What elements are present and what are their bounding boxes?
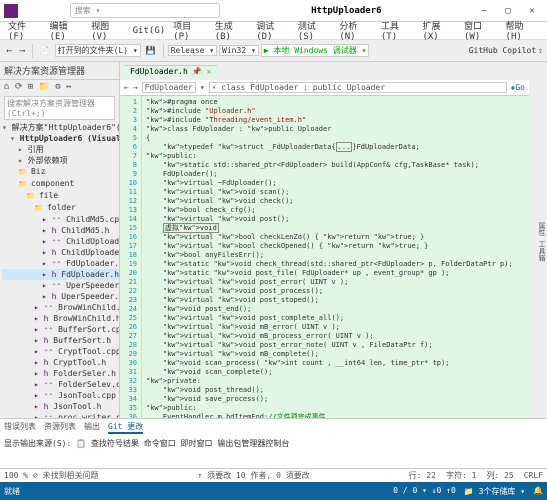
output-btn[interactable]: 📋 (76, 439, 86, 448)
solution-root[interactable]: 解决方案"HttpUploader6"(4 个项目, 共 (0, 122, 119, 133)
zoom[interactable]: 100 % ⊘ 未找到相关问题 (4, 470, 99, 481)
output-btn[interactable]: 命令窗口 (139, 439, 176, 448)
menu-item[interactable]: Git(G) (129, 26, 170, 36)
toolbar: ⟵ ⟶ 📄 打开到的文件夹(L) ▾ 💾 Release ▾ Win32 ▾ ▶… (0, 40, 547, 62)
min-button[interactable]: — (473, 6, 495, 16)
menu-item[interactable]: 调试(D) (252, 19, 294, 42)
right-toolbox[interactable]: 属性 工具箱 (529, 62, 547, 418)
nav-fwd[interactable]: → (133, 83, 138, 92)
editor-info-bar: 100 % ⊘ 未找到相关问题 ↑ 须要改 10 作者, 0 须要改 行: 22… (0, 468, 547, 482)
menu-item[interactable]: 分析(N) (335, 19, 377, 42)
sidebar-tools[interactable]: ⌂ ⟳ ⊞ 📁 ⚙ ↔ (0, 80, 119, 94)
tree-item[interactable]: 外部依赖项 (2, 155, 119, 166)
tree-item[interactable]: BufferSort.cpp (2, 324, 119, 335)
tree-item[interactable]: JsonTool.cpp (2, 390, 119, 401)
solution-tree[interactable]: 解决方案"HttpUploader6"(4 个项目, 共 HttpUploade… (0, 122, 119, 418)
copilot[interactable]: GitHub Copilot (469, 46, 536, 55)
line-gutter: 1234567891011121314151617181920212223242… (120, 96, 142, 418)
menu-item[interactable]: 编辑(E) (46, 19, 88, 42)
platform-combo[interactable]: Win32 ▾ (219, 45, 259, 56)
tree-item[interactable]: FdUploader.h (2, 269, 119, 280)
tree-item[interactable]: ChildMd5.cpp (2, 214, 119, 225)
code-editor[interactable]: 1234567891011121314151617181920212223242… (120, 96, 529, 418)
output-panel: 错误列表资源列表输出 Git 更改 显示输出来源(S): 📋 查找符号结果 命令窗… (0, 418, 547, 468)
tree-item[interactable]: Biz (2, 166, 119, 178)
share[interactable]: ⇪ (538, 46, 543, 55)
output-tabs[interactable]: 错误列表资源列表输出 Git 更改 (0, 419, 547, 436)
go-button[interactable]: ✚Go (511, 83, 525, 92)
nav-back[interactable]: ⟵ (4, 45, 15, 56)
output-body: 显示输出来源(S): 📋 查找符号结果 命令窗口 即时窗口 输出包管理器控制台 (0, 436, 547, 468)
sidebar-search[interactable]: 搜索解决方案资源管理器(Ctrl+;) (4, 96, 115, 120)
tree-item[interactable]: 引用 (2, 144, 119, 155)
tree-item[interactable]: CryptTool.cpp (2, 346, 119, 357)
menu-item[interactable]: 测试(S) (294, 19, 336, 42)
tree-item[interactable]: ChildUploader.cpp (2, 236, 119, 247)
tree-item[interactable]: FolderSeler.h (2, 368, 119, 379)
sidebar-title: 解决方案资源管理器 (0, 62, 119, 80)
changes[interactable]: ↑ 须要改 10 作者, 0 须要改 (198, 470, 310, 481)
editor-tabs: FdUploader.h📌 ✕ (120, 62, 529, 80)
menu-item[interactable]: 生成(B) (211, 19, 253, 42)
menu-item[interactable]: 工具(T) (377, 19, 419, 42)
output-btn[interactable]: 查找符号结果 (86, 439, 139, 448)
char: 字符: 1 (446, 470, 476, 481)
nav-fwd[interactable]: ⟶ (17, 45, 28, 56)
tree-item[interactable]: HttpUploader6 (Visual Studio 201 (2, 133, 119, 144)
output-tab[interactable]: 资源列表 (44, 421, 76, 434)
menu-item[interactable]: 文件(F) (4, 19, 46, 42)
tree-item[interactable]: UperSpeeder.h (2, 291, 119, 302)
config-combo[interactable]: Release ▾ (168, 45, 217, 56)
tree-item[interactable]: BufferSort.h (2, 335, 119, 346)
line: 行: 22 (409, 470, 436, 481)
output-tab[interactable]: Git 更改 (108, 421, 143, 434)
col: 列: 25 (486, 470, 513, 481)
encoding[interactable]: CRLF (524, 471, 543, 480)
editor-pane: FdUploader.h📌 ✕ ← → FdUploader ▾ ⚡ class… (120, 62, 529, 418)
statusbar: 就绪 0 / 0 ▾ ↓0 ↑0 📁 3个存储库 ▾ 🔔 (0, 482, 547, 500)
tree-item[interactable]: JsonTool.h (2, 401, 119, 412)
max-button[interactable]: ▢ (497, 6, 519, 16)
tree-item[interactable]: FolderSelev.cpp (2, 379, 119, 390)
tree-item[interactable]: ChildUploader.h (2, 247, 119, 258)
git-changes[interactable]: 0 / 0 ▾ ↓0 ↑0 (393, 486, 456, 497)
member-combo[interactable]: ⚡ class FdUploader : public Uploader (209, 82, 507, 93)
output-btn[interactable]: 即时窗口 (176, 439, 213, 448)
tree-item[interactable]: FdUploader.cpp (2, 258, 119, 269)
vs-icon (4, 4, 18, 18)
solution-explorer: 解决方案资源管理器 ⌂ ⟳ ⊞ 📁 ⚙ ↔ 搜索解决方案资源管理器(Ctrl+;… (0, 62, 120, 418)
close-button[interactable]: ✕ (521, 6, 543, 16)
nav-back[interactable]: ← (124, 83, 129, 92)
window-title: HttpUploader6 (311, 6, 381, 16)
tree-item[interactable]: ChildMd5.h (2, 225, 119, 236)
tree-item[interactable]: component (2, 178, 119, 190)
tree-item[interactable]: BrowWinChild.h (2, 313, 119, 324)
menu-item[interactable]: 窗口(W) (460, 19, 502, 42)
tree-item[interactable]: CryptTool.h (2, 357, 119, 368)
scope-combo[interactable]: FdUploader (142, 82, 196, 93)
tab-fduploader[interactable]: FdUploader.h📌 ✕ (124, 65, 217, 77)
menu-item[interactable]: 扩展(X) (418, 19, 460, 42)
output-tab[interactable]: 输出 (84, 421, 100, 434)
output-btn[interactable]: 输出包管理器控制台 (213, 439, 290, 448)
new-file[interactable]: 📄 (37, 45, 53, 56)
menu-item[interactable]: 视图(V) (87, 19, 129, 42)
title-search[interactable]: 搜索 ▾ (70, 3, 220, 18)
menu-item[interactable]: 项目(P) (169, 19, 211, 42)
notifications[interactable]: 🔔 (533, 486, 543, 497)
output-tab[interactable]: 错误列表 (4, 421, 36, 434)
status-ready: 就绪 (4, 486, 20, 497)
menubar: 文件(F)编辑(E)视图(V)Git(G)项目(P)生成(B)调试(D)测试(S… (0, 22, 547, 40)
repo[interactable]: 📁 3个存储库 ▾ (464, 486, 525, 497)
tree-item[interactable]: file (2, 190, 119, 202)
tree-item[interactable]: BrowWinChild.cpp (2, 302, 119, 313)
tree-item[interactable]: UperSpeeder.cpp (2, 280, 119, 291)
tree-item[interactable]: folder (2, 202, 119, 214)
code-text[interactable]: "kw">#pragma once"kw">#include "Uploader… (142, 96, 529, 418)
debug-button[interactable]: ▶ 本地 Windows 调试器 ▾ (261, 44, 370, 57)
open-folder[interactable]: 打开到的文件夹(L) ▾ (55, 44, 141, 57)
nav-bar: ← → FdUploader ▾ ⚡ class FdUploader : pu… (120, 80, 529, 96)
save[interactable]: 💾 (143, 45, 159, 56)
menu-item[interactable]: 帮助(H) (502, 19, 544, 42)
